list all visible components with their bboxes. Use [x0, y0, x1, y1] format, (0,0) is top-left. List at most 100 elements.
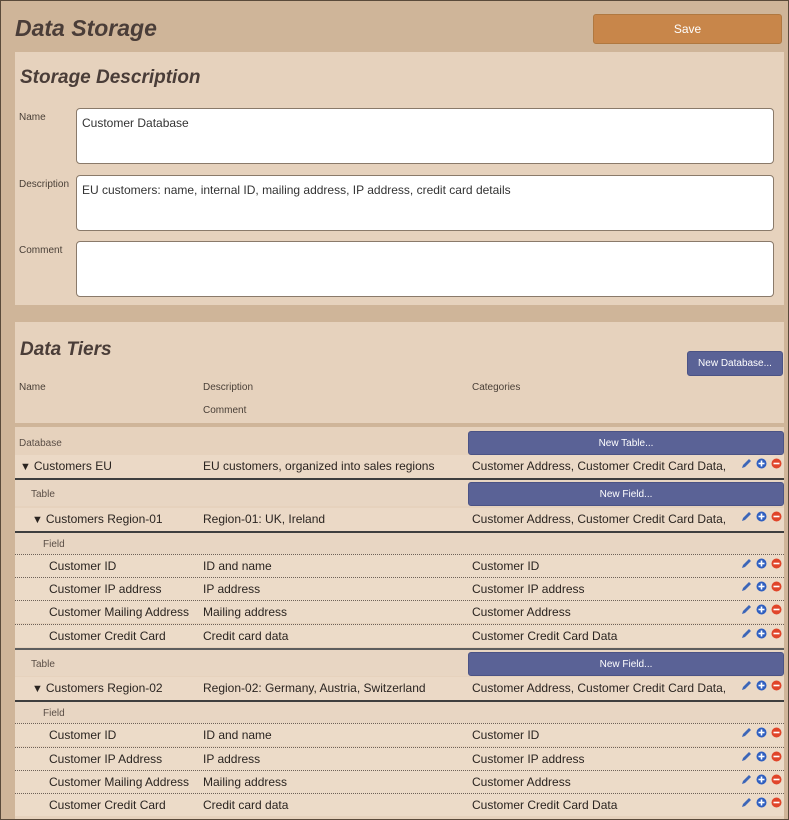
field-description: ID and name	[203, 559, 272, 573]
add-circle-icon[interactable]	[756, 458, 767, 469]
remove-circle-icon[interactable]	[771, 604, 782, 615]
pencil-icon[interactable]	[741, 774, 752, 785]
field-name: Customer Credit Card	[49, 798, 166, 812]
row-actions	[741, 604, 783, 618]
description-label: Description	[19, 179, 70, 190]
new-field-button[interactable]: New Field...	[468, 652, 784, 676]
field-name: Customer IP address	[49, 582, 162, 596]
add-circle-icon[interactable]	[756, 774, 767, 785]
column-header-categories: Categories	[472, 382, 521, 393]
database-row[interactable]: ▼ Customers EU EU customers, organized in…	[15, 455, 784, 478]
field-categories: Customer ID	[472, 728, 540, 742]
row-actions	[741, 511, 783, 525]
name-field[interactable]: Customer Database	[76, 108, 774, 164]
remove-circle-icon[interactable]	[771, 581, 782, 592]
field-label: Field	[43, 708, 65, 719]
add-circle-icon[interactable]	[756, 751, 767, 762]
save-button[interactable]: Save	[593, 14, 782, 44]
database-name: Customers EU	[33, 459, 112, 473]
pencil-icon[interactable]	[741, 797, 752, 808]
remove-circle-icon[interactable]	[771, 511, 782, 522]
field-row[interactable]: Customer Mailing Address Mailing address…	[15, 770, 784, 793]
field-description: IP address	[203, 582, 261, 596]
triangle-down-icon[interactable]: ▼	[32, 514, 43, 526]
column-header-comment: Comment	[203, 405, 247, 416]
pencil-icon[interactable]	[741, 511, 752, 522]
pencil-icon[interactable]	[741, 558, 752, 569]
field-row[interactable]: Customer Mailing Address Mailing address…	[15, 600, 784, 623]
comment-field[interactable]	[76, 241, 774, 297]
pencil-icon[interactable]	[741, 751, 752, 762]
field-name: Customer Mailing Address	[49, 775, 190, 789]
add-circle-icon[interactable]	[756, 628, 767, 639]
field-row[interactable]: Customer IP Address IP address Customer …	[15, 747, 784, 770]
row-actions	[741, 727, 783, 741]
row-actions	[741, 797, 783, 811]
field-name: Customer IP Address	[49, 752, 163, 766]
field-description: IP address	[203, 752, 261, 766]
table-row[interactable]: ▼ Customers Region-02 Region-02: Germany,…	[15, 677, 784, 700]
pencil-icon[interactable]	[741, 458, 752, 469]
field-group-header: Field	[15, 702, 784, 723]
row-actions	[741, 680, 783, 694]
triangle-down-icon[interactable]: ▼	[20, 461, 31, 473]
pencil-icon[interactable]	[741, 680, 752, 691]
database-group-header: Database New Table...	[15, 429, 784, 455]
column-header-name: Name	[19, 382, 46, 393]
field-name: Customer Mailing Address	[49, 605, 190, 619]
field-row[interactable]: Customer IP address IP address Customer …	[15, 577, 784, 600]
pencil-icon[interactable]	[741, 628, 752, 639]
field-row[interactable]: Customer ID ID and name Customer ID	[15, 723, 784, 746]
table-categories: Customer Address, Customer Credit Card D…	[472, 512, 727, 526]
remove-circle-icon[interactable]	[771, 797, 782, 808]
storage-description-title: Storage Description	[20, 67, 201, 88]
field-name: Customer Credit Card	[49, 629, 166, 643]
remove-circle-icon[interactable]	[771, 558, 782, 569]
field-row[interactable]: Customer Credit Card Credit card data Cu…	[15, 793, 784, 816]
database-description: EU customers, organized into sales regio…	[203, 459, 435, 473]
pencil-icon[interactable]	[741, 604, 752, 615]
field-categories: Customer IP address	[472, 582, 585, 596]
field-categories: Customer Address	[472, 775, 571, 789]
row-actions	[741, 774, 783, 788]
remove-circle-icon[interactable]	[771, 458, 782, 469]
table-label: Table	[31, 659, 55, 670]
data-tiers-panel: Data Tiers New Database... Name Descript…	[15, 322, 784, 819]
name-label: Name	[19, 112, 46, 123]
new-table-button[interactable]: New Table...	[468, 431, 784, 455]
field-description: Mailing address	[203, 775, 288, 789]
remove-circle-icon[interactable]	[771, 628, 782, 639]
table-group-header: Table New Field...	[15, 650, 784, 676]
field-description: Mailing address	[203, 605, 288, 619]
table-row[interactable]: ▼ Customers Region-01 Region-01: UK, Irel…	[15, 508, 784, 531]
row-actions	[741, 458, 783, 472]
remove-circle-icon[interactable]	[771, 680, 782, 691]
remove-circle-icon[interactable]	[771, 774, 782, 785]
remove-circle-icon[interactable]	[771, 727, 782, 738]
add-circle-icon[interactable]	[756, 680, 767, 691]
field-row[interactable]: Customer ID ID and name Customer ID	[15, 554, 784, 577]
field-name: Customer ID	[49, 559, 117, 573]
table-categories: Customer Address, Customer Credit Card D…	[472, 681, 727, 695]
new-database-button[interactable]: New Database...	[687, 351, 783, 376]
field-row[interactable]: Customer Credit Card Credit card data Cu…	[15, 624, 784, 647]
new-field-button[interactable]: New Field...	[468, 482, 784, 506]
triangle-down-icon[interactable]: ▼	[32, 683, 43, 695]
description-field[interactable]: EU customers: name, internal ID, mailing…	[76, 175, 774, 231]
column-header-description: Description	[203, 382, 254, 393]
remove-circle-icon[interactable]	[771, 751, 782, 762]
add-circle-icon[interactable]	[756, 727, 767, 738]
storage-description-panel: Storage Description Name Customer Databa…	[15, 52, 784, 305]
add-circle-icon[interactable]	[756, 511, 767, 522]
add-circle-icon[interactable]	[756, 604, 767, 615]
pencil-icon[interactable]	[741, 727, 752, 738]
table-name: Customers Region-02	[45, 681, 163, 695]
row-actions	[741, 628, 783, 642]
add-circle-icon[interactable]	[756, 581, 767, 592]
pencil-icon[interactable]	[741, 581, 752, 592]
field-name: Customer ID	[49, 728, 117, 742]
add-circle-icon[interactable]	[756, 797, 767, 808]
field-description: Credit card data	[203, 798, 289, 812]
add-circle-icon[interactable]	[756, 558, 767, 569]
header-divider	[15, 423, 784, 427]
